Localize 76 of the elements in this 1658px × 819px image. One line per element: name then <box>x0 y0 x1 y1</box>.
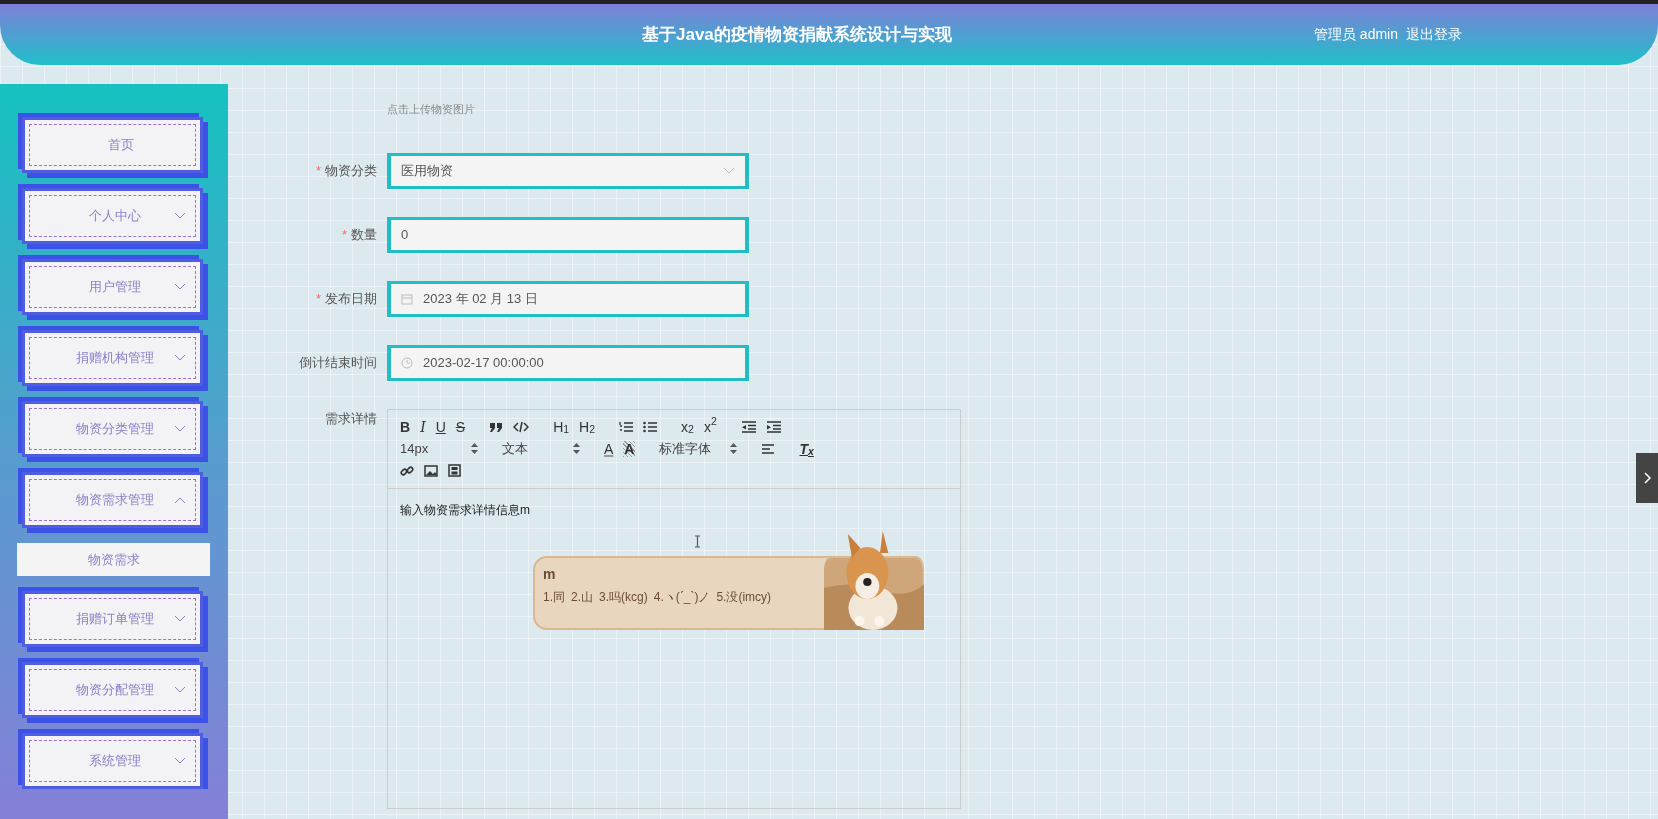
toolbar-button[interactable] <box>489 420 504 433</box>
toolbar-button[interactable] <box>643 420 658 433</box>
toolbar-button[interactable]: H$_{1}$ <box>553 418 570 435</box>
date-field[interactable]: 2023-02-17 00:00:00 <box>387 344 749 381</box>
chevron-icon <box>174 212 186 220</box>
site-title: 基于Java的疫情物资捐献系统设计与实现 <box>642 23 952 46</box>
toolbar-button[interactable]: U <box>435 418 446 435</box>
chevron-icon <box>174 283 186 291</box>
toolbar-button[interactable] <box>400 463 414 478</box>
code-icon <box>513 420 530 433</box>
clock-icon <box>401 356 413 369</box>
field-label: 物资分类 <box>325 162 377 178</box>
rich-text-editor[interactable]: B I U S H$_{1}$ H$_{2}$ x$_{2}$ x$^{2}$ 14px 文本 A A 标准字体 T$_{x}$ 输入物资需求详情信息m m 1.同 2.山 3.吗(kcg) 4.ヽ(ˊ_ˋ)ノ 5.没(imcy) <box>387 408 961 809</box>
toolbar-button[interactable]: x$_{2}$ <box>681 418 694 435</box>
calendar-icon <box>401 292 413 305</box>
field-label: 需求详情 <box>325 410 377 426</box>
user-label: 管理员 admin <box>1313 25 1398 44</box>
field-label: 倒计结束时间 <box>299 354 377 370</box>
toolbar-button[interactable]: B <box>400 418 411 435</box>
select-field[interactable]: 医用物资 <box>387 152 749 189</box>
sort-arrows-icon <box>573 443 580 454</box>
required-mark: * <box>341 226 347 242</box>
toolbar-button[interactable] <box>765 420 781 433</box>
toolbar-button[interactable] <box>424 464 438 477</box>
toolbar-button[interactable]: A <box>623 440 636 457</box>
toolbar-button[interactable] <box>740 420 756 433</box>
input-field[interactable]: 0 <box>387 216 749 253</box>
toolbar-button[interactable]: I <box>420 418 426 435</box>
chevron-icon <box>174 757 186 765</box>
ime-candidate[interactable]: 1.同 <box>543 587 565 606</box>
outdent-icon <box>740 420 756 433</box>
chevron-icon <box>174 496 186 504</box>
toolbar-button[interactable] <box>448 464 461 477</box>
chevron-icon <box>174 686 186 694</box>
chevron-icon <box>174 354 186 362</box>
editor-text: 输入物资需求详情信息m <box>400 502 530 517</box>
toolbar-button[interactable]: S <box>455 418 466 435</box>
field-input[interactable]: 2023-02-17 00:00:00 <box>423 352 735 373</box>
ime-candidate[interactable]: 4.ヽ(ˊ_ˋ)ノ <box>653 587 711 606</box>
sort-arrows-icon <box>730 443 738 454</box>
sort-arrows-icon <box>471 443 478 454</box>
toolbar-select[interactable]: 标准字体 <box>659 440 738 457</box>
field-input[interactable]: 0 <box>401 224 735 245</box>
film-icon <box>448 464 461 477</box>
ime-candidate[interactable]: 2.山 <box>571 587 594 606</box>
required-mark: * <box>315 290 321 306</box>
chevron-icon <box>174 425 186 433</box>
ime-candidate[interactable]: 5.没(imcy) <box>716 587 772 606</box>
toolbar-select[interactable]: 文本 <box>502 440 580 457</box>
required-mark: * <box>315 162 321 178</box>
toolbar-button[interactable] <box>513 420 530 433</box>
numbered-list-icon <box>619 420 634 433</box>
field-label: 数量 <box>351 226 377 242</box>
field-label: 发布日期 <box>325 290 377 306</box>
ime-candidate[interactable]: 3.吗(kcg) <box>599 587 648 606</box>
toolbar-button[interactable]: A <box>604 440 614 457</box>
link-icon <box>400 463 414 478</box>
toolbar-button[interactable]: x$^{2}$ <box>703 418 717 435</box>
toolbar-button[interactable] <box>619 420 634 433</box>
toolbar-button[interactable]: T$_{x}$ <box>799 440 814 457</box>
toolbar-button[interactable]: H$_{2}$ <box>579 418 596 435</box>
side-panel-toggle[interactable] <box>1636 453 1658 503</box>
toolbar-button[interactable] <box>761 442 776 455</box>
ime-composition-text: m <box>543 565 556 582</box>
field-input[interactable]: 2023 年 02 月 13 日 <box>423 288 735 309</box>
indent-icon <box>765 420 781 433</box>
chevron-icon <box>723 166 735 175</box>
chevron-icon <box>174 615 186 623</box>
align-left-icon <box>761 442 776 455</box>
toolbar-select[interactable]: 14px <box>400 440 478 457</box>
bullet-list-icon <box>643 420 658 433</box>
date-field[interactable]: 2023 年 02 月 13 日 <box>387 280 749 317</box>
image-icon <box>424 464 438 477</box>
text-cursor-icon <box>694 534 701 548</box>
quote-icon <box>489 420 504 433</box>
chevron-icon <box>1643 472 1651 484</box>
